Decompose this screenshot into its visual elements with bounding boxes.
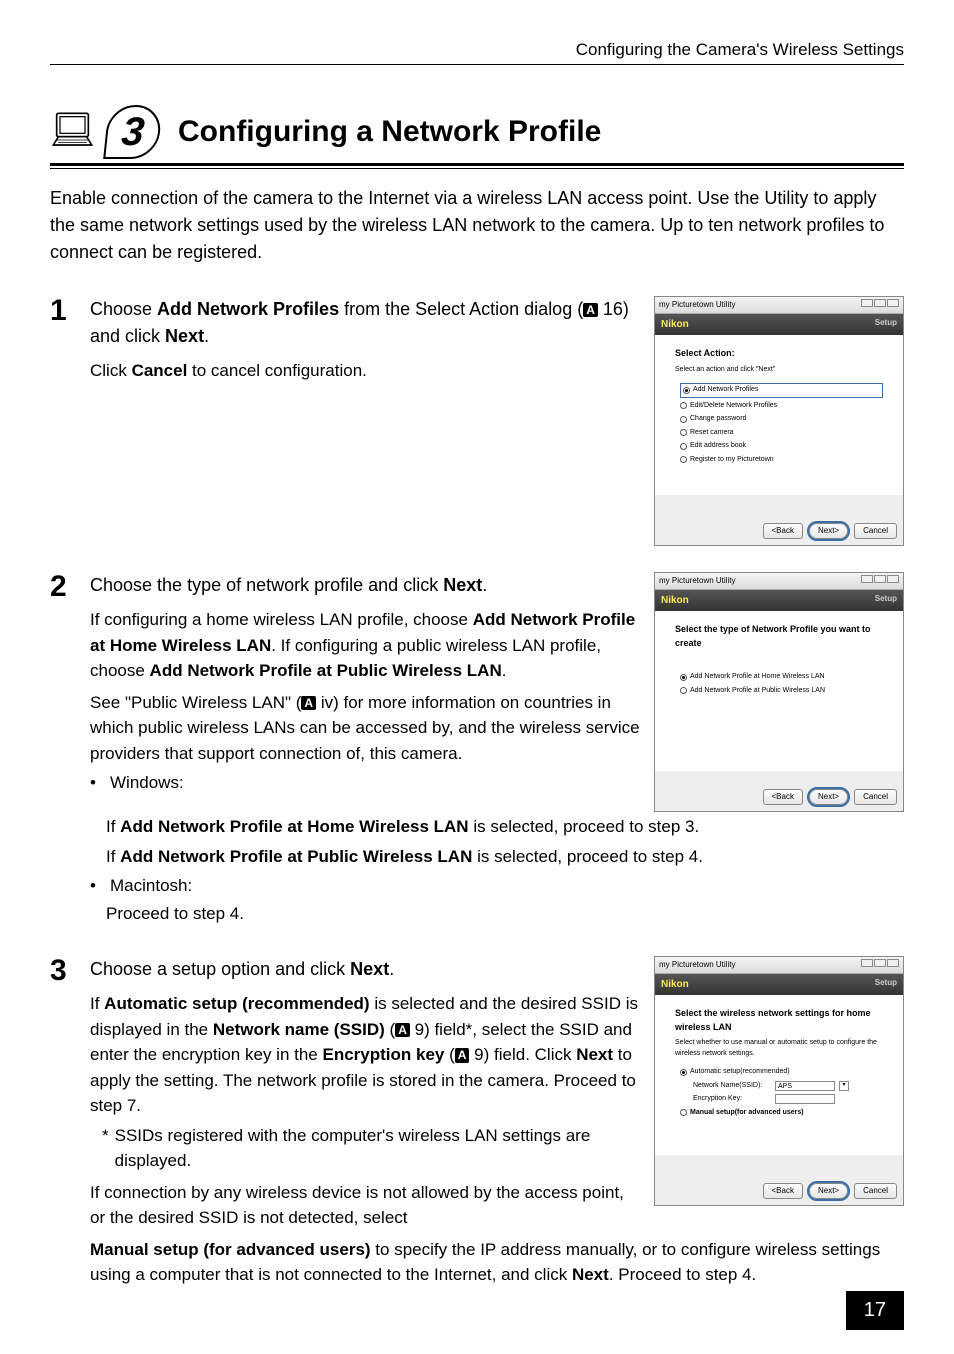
ss1-win-title: my Picturetown Utility xyxy=(659,299,735,311)
step2-win-l2: If Add Network Profile at Public Wireles… xyxy=(106,844,904,870)
ssid-field[interactable]: APS xyxy=(775,1081,835,1091)
page-ref-icon: A xyxy=(583,303,598,317)
radio-home-lan[interactable]: Add Network Profile at Home Wireless LAN xyxy=(680,672,883,683)
chapter-rule xyxy=(50,163,904,169)
step-num-1: 1 xyxy=(50,296,90,546)
cancel-button[interactable]: Cancel xyxy=(854,1183,897,1199)
ss3-brand: Nikon xyxy=(661,977,689,992)
page-ref-icon: A xyxy=(301,696,316,710)
radio-change-password[interactable]: Change password xyxy=(680,414,883,425)
window-controls xyxy=(860,959,899,971)
radio-edit-delete[interactable]: Edit/Delete Network Profiles xyxy=(680,401,883,412)
screenshot-select-action: my Picturetown Utility Nikon Setup Selec… xyxy=(654,296,904,546)
next-button[interactable]: Next> xyxy=(809,789,848,805)
ss2-heading: Select the type of Network Profile you w… xyxy=(675,623,883,650)
ss2-win-title: my Picturetown Utility xyxy=(659,575,735,587)
step3-footnote: * SSIDs registered with the computer's w… xyxy=(102,1123,640,1174)
window-controls xyxy=(860,575,899,587)
chapter-number: 3 xyxy=(120,110,147,155)
page-number: 17 xyxy=(846,1291,904,1330)
bullet-mac: •Macintosh: xyxy=(90,873,904,899)
radio-auto-setup[interactable]: Automatic setup(recommended) xyxy=(680,1067,883,1078)
back-button[interactable]: <Back xyxy=(763,523,803,539)
cancel-button[interactable]: Cancel xyxy=(854,789,897,805)
intro-paragraph: Enable connection of the camera to the I… xyxy=(50,185,904,266)
ss1-brand: Nikon xyxy=(661,317,689,332)
back-button[interactable]: <Back xyxy=(763,789,803,805)
ss2-setup: Setup xyxy=(875,593,897,608)
chapter-number-circle: 3 xyxy=(103,105,163,159)
step3-p2-b: Manual setup (for advanced users) to spe… xyxy=(90,1237,904,1288)
next-button[interactable]: Next> xyxy=(809,523,848,539)
screenshot-select-type: my Picturetown Utility Nikon Setup Selec… xyxy=(654,572,904,812)
step1-title: Choose Add Network Profiles from the Sel… xyxy=(90,296,640,350)
step1-line2: Click Cancel to cancel configuration. xyxy=(90,358,640,384)
chevron-down-icon[interactable]: ▾ xyxy=(839,1081,849,1091)
page-ref-icon: A xyxy=(455,1048,470,1062)
ss1-setup: Setup xyxy=(875,317,897,332)
label-ssid: Network Name(SSID): xyxy=(693,1081,771,1092)
next-button[interactable]: Next> xyxy=(809,1183,848,1199)
screenshot-wireless-settings: my Picturetown Utility Nikon Setup Selec… xyxy=(654,956,904,1206)
window-controls xyxy=(860,299,899,311)
page-header: Configuring the Camera's Wireless Settin… xyxy=(50,40,904,65)
page-ref-icon: A xyxy=(395,1023,410,1037)
bullet-windows: •Windows: xyxy=(90,770,640,796)
step-num-2: 2 xyxy=(50,572,90,930)
step2-p2: See "Public Wireless LAN" (A iv) for mor… xyxy=(90,690,640,767)
chapter-title: Configuring a Network Profile xyxy=(178,115,601,149)
ss3-heading: Select the wireless network settings for… xyxy=(675,1007,883,1034)
step-num-3: 3 xyxy=(50,956,90,1288)
radio-register[interactable]: Register to my Picturetown xyxy=(680,455,883,466)
computer-icon xyxy=(50,110,106,155)
ss1-heading: Select Action: xyxy=(675,347,883,361)
step3-p2-a: If connection by any wireless device is … xyxy=(90,1180,640,1231)
step2-mac-l1: Proceed to step 4. xyxy=(106,901,904,927)
ss3-setup: Setup xyxy=(875,977,897,992)
back-button[interactable]: <Back xyxy=(763,1183,803,1199)
radio-manual-setup[interactable]: Manual setup(for advanced users) xyxy=(680,1108,883,1119)
step2-win-l1: If Add Network Profile at Home Wireless … xyxy=(106,814,904,840)
ss2-brand: Nikon xyxy=(661,593,689,608)
radio-add-network-profiles[interactable]: Add Network Profiles xyxy=(680,383,883,398)
step3-p1: If Automatic setup (recommended) is sele… xyxy=(90,991,640,1119)
radio-edit-address[interactable]: Edit address book xyxy=(680,441,883,452)
ss1-sub: Select an action and click "Next" xyxy=(675,365,883,376)
radio-reset-camera[interactable]: Reset camera xyxy=(680,428,883,439)
step2-title: Choose the type of network profile and c… xyxy=(90,572,640,599)
cancel-button[interactable]: Cancel xyxy=(854,523,897,539)
step3-title: Choose a setup option and click Next. xyxy=(90,956,640,983)
label-key: Encryption Key: xyxy=(693,1094,771,1105)
step2-p1: If configuring a home wireless LAN profi… xyxy=(90,607,640,684)
radio-public-lan[interactable]: Add Network Profile at Public Wireless L… xyxy=(680,686,883,697)
ss3-sub: Select whether to use manual or automati… xyxy=(675,1038,883,1059)
ss3-win-title: my Picturetown Utility xyxy=(659,959,735,971)
encryption-key-field[interactable] xyxy=(775,1094,835,1104)
